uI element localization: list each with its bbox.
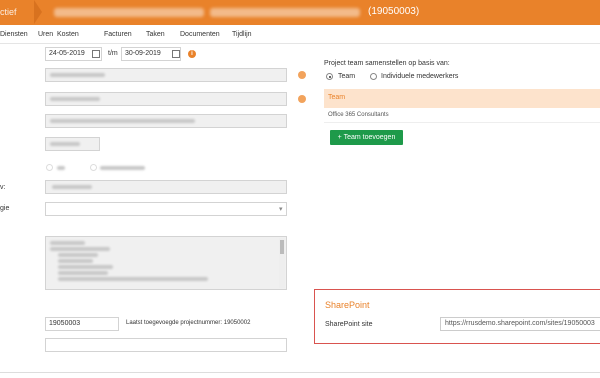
sharepoint-site-input[interactable]: https://rrusdemo.sharepoint.com/sites/19… xyxy=(440,317,600,331)
blurred-text xyxy=(58,277,208,281)
blurred-text xyxy=(57,166,65,170)
sharepoint-title: SharePoint xyxy=(325,300,370,310)
radio-individual-label[interactable]: Individuele medewerkers xyxy=(381,73,458,80)
tab-bar: Diensten Uren Kosten Facturen Taken Docu… xyxy=(0,27,600,44)
blurred-text xyxy=(50,142,80,146)
blurred-text xyxy=(58,271,108,275)
divider xyxy=(324,122,600,123)
tab-documenten[interactable]: Documenten xyxy=(180,31,220,38)
header-bar: ctief (19050003) xyxy=(0,0,600,25)
tab-uren[interactable]: Uren xyxy=(38,31,53,38)
info-icon[interactable]: i xyxy=(188,50,196,58)
field-label: gie xyxy=(0,205,10,212)
radio-individual[interactable] xyxy=(370,73,377,80)
chevron-down-icon: ▾ xyxy=(279,206,283,213)
project-number-input[interactable]: 19050003 xyxy=(45,317,119,331)
team-table-header: Team xyxy=(324,89,600,108)
blurred-text xyxy=(58,253,98,257)
last-project-number-note: Laatst toegevoegde projectnummer: 190500… xyxy=(126,320,251,326)
breadcrumb-blurred xyxy=(54,8,204,17)
textarea-scrollbar[interactable] xyxy=(279,238,285,288)
tab-tijdlijn[interactable]: Tijdlijn xyxy=(232,31,252,38)
blurred-text xyxy=(58,265,113,269)
calendar-icon[interactable] xyxy=(172,50,180,58)
project-title-blurred xyxy=(210,8,360,17)
footer-divider xyxy=(0,372,600,373)
tab-facturen[interactable]: Facturen xyxy=(104,31,132,38)
sharepoint-site-label: SharePoint site xyxy=(325,321,373,328)
tab-taken[interactable]: Taken xyxy=(146,31,165,38)
radio-team[interactable] xyxy=(326,73,333,80)
category-select[interactable] xyxy=(45,202,287,216)
tab-kosten[interactable]: Kosten xyxy=(57,31,79,38)
tab-diensten[interactable]: Diensten xyxy=(0,31,28,38)
date-separator: t/m xyxy=(108,50,118,57)
add-team-button[interactable]: + Team toevoegen xyxy=(330,130,403,145)
blurred-text xyxy=(50,241,85,245)
blurred-text xyxy=(58,259,93,263)
breadcrumb-crumb[interactable]: ctief xyxy=(0,7,17,17)
option-radio[interactable] xyxy=(90,164,97,171)
blurred-text xyxy=(50,247,110,251)
team-heading: Project team samenstellen op basis van: xyxy=(324,60,450,67)
field-label: v: xyxy=(0,184,6,191)
blurred-text xyxy=(50,73,105,77)
blurred-text xyxy=(100,166,145,170)
add-badge-icon[interactable] xyxy=(298,95,306,103)
blurred-text xyxy=(50,97,100,101)
add-team-label: Team toevoegen xyxy=(343,134,396,141)
team-column-label: Team xyxy=(328,94,346,101)
calendar-icon[interactable] xyxy=(92,50,100,58)
blurred-text xyxy=(50,119,195,123)
sharepoint-section: SharePoint SharePoint site https://rrusd… xyxy=(314,289,600,344)
radio-team-label[interactable]: Team xyxy=(338,73,355,80)
option-radio[interactable] xyxy=(46,164,53,171)
team-member[interactable]: Office 365 Consultants xyxy=(328,112,389,118)
chevron-right-icon xyxy=(34,0,42,24)
extra-input[interactable] xyxy=(45,338,287,352)
blurred-text xyxy=(52,185,92,189)
add-badge-icon[interactable] xyxy=(298,71,306,79)
project-id: (19050003) xyxy=(368,6,420,17)
plus-icon: + xyxy=(337,134,342,141)
